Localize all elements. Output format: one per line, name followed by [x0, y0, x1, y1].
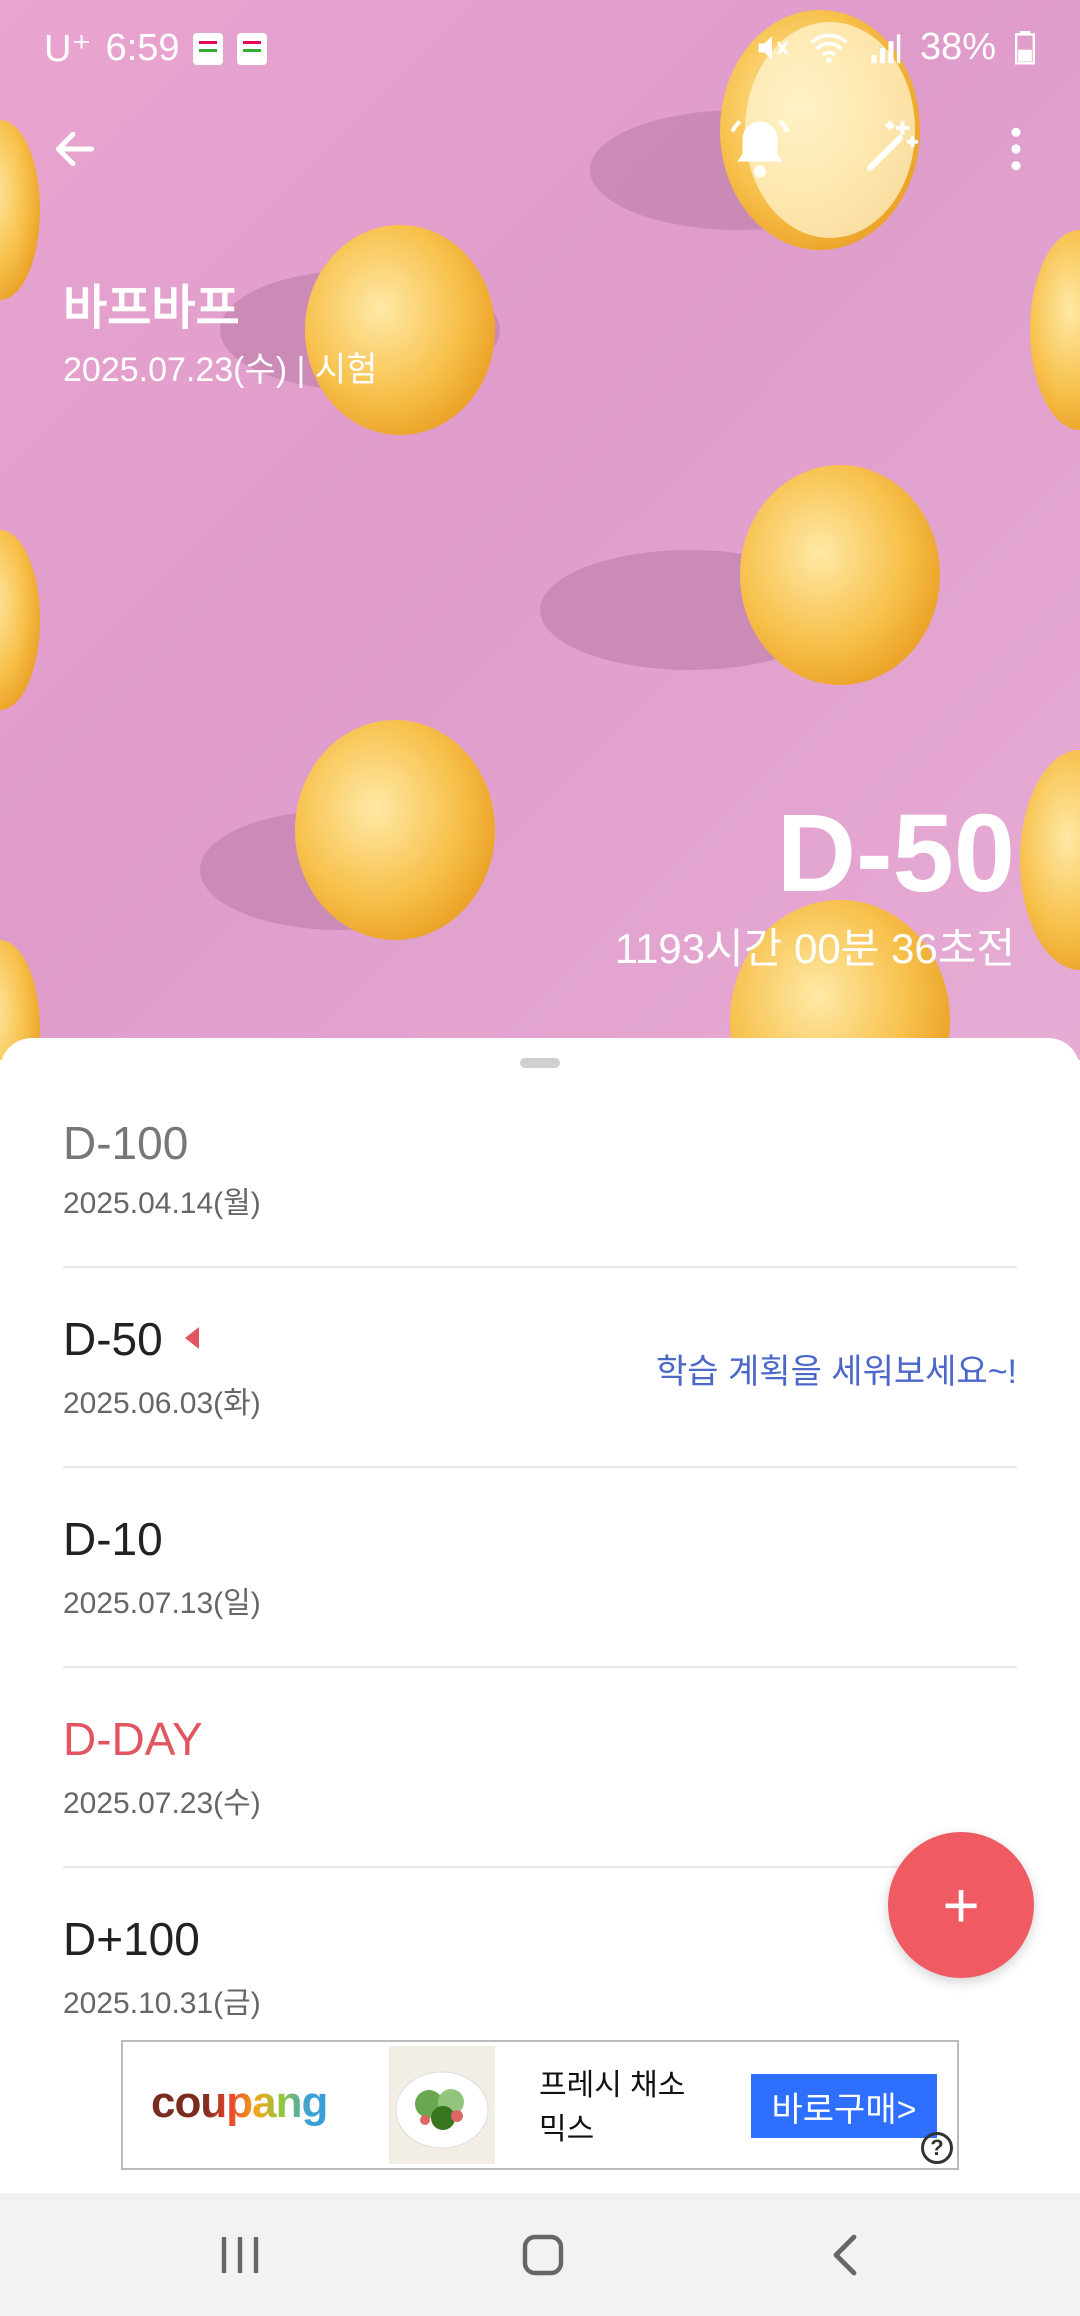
salad-image — [395, 2071, 489, 2149]
ad-info-icon[interactable]: ? — [921, 2132, 953, 2164]
status-bar: U⁺ 6:59 38% — [44, 26, 1036, 70]
milestone-date: 2025.07.13(일) — [63, 1587, 261, 1620]
mute-icon — [758, 35, 789, 60]
signal-icon — [871, 33, 901, 63]
milestone-date: 2025.04.14(월) — [63, 1187, 261, 1220]
back-arrow-icon[interactable] — [50, 124, 100, 174]
milestone-label-wrap: D-50 — [63, 1312, 199, 1366]
carrier-label: U⁺ — [44, 28, 92, 70]
event-date-category: 2025.07.23(수) | 시험 — [63, 351, 378, 389]
coupang-brand-text: coupang — [151, 2078, 328, 2127]
milestone-label: D-50 — [63, 1313, 163, 1365]
recent-apps-icon[interactable] — [216, 2233, 264, 2277]
milestone-row[interactable]: D-10 2025.07.13(일) — [63, 1468, 1017, 1668]
milestone-label: D-DAY — [63, 1713, 203, 1765]
battery-icon — [1014, 30, 1036, 64]
header-image: U⁺ 6:59 38% 바프바프 2025.07.23(수) | 시험 D-50… — [0, 0, 1080, 1060]
top-toolbar — [0, 110, 1080, 190]
note-notification-icon — [193, 32, 224, 65]
sheet-drag-handle[interactable] — [520, 1058, 560, 1068]
magic-wand-icon[interactable] — [860, 118, 920, 178]
event-title: 바프바프 — [63, 282, 240, 335]
wifi-icon — [810, 33, 848, 63]
milestone-row-current[interactable]: D-50 2025.06.03(화) 학습 계획을 세워보세요~! — [63, 1268, 1017, 1468]
battery-percent: 38% — [919, 26, 996, 68]
milestone-row[interactable]: D-DAY 2025.07.23(수) — [63, 1668, 1017, 1868]
countdown-timer: 1193시간 00분 36초전 — [614, 925, 1015, 972]
add-milestone-button[interactable]: + — [888, 1832, 1034, 1978]
coupang-logo: coupang — [151, 2078, 328, 2128]
current-marker-icon — [184, 1327, 199, 1349]
product-name: 프레시 채소믹스 — [539, 2069, 686, 2146]
d-day-counter: D-50 — [776, 792, 1015, 915]
plus-icon: + — [942, 1869, 980, 1941]
milestone-date: 2025.06.03(화) — [63, 1387, 261, 1420]
more-vert-icon[interactable] — [996, 124, 1036, 174]
system-nav-bar — [0, 2193, 1080, 2316]
milestone-sheet: D-100 2025.04.14(월) D-50 2025.06.03(화) 학… — [0, 1038, 1080, 2193]
milestone-date: 2025.10.31(금) — [63, 1987, 261, 2020]
milestone-row[interactable]: D+100 2025.10.31(금) — [63, 1868, 1017, 2068]
milestone-date: 2025.07.23(수) — [63, 1787, 261, 1820]
bell-icon[interactable] — [730, 116, 790, 182]
milestone-label: D-100 — [63, 1117, 189, 1169]
milestone-label: D+100 — [63, 1913, 200, 1965]
clock: 6:59 — [105, 27, 180, 69]
milestone-row[interactable]: D-100 2025.04.14(월) — [63, 1068, 1017, 1268]
study-plan-link[interactable]: 학습 계획을 세워보세요~! — [656, 1344, 1017, 1393]
system-back-icon[interactable] — [826, 2231, 866, 2279]
note-notification-icon — [237, 32, 268, 65]
product-image — [389, 2046, 495, 2164]
buy-now-button[interactable]: 바로구매> — [751, 2074, 937, 2138]
milestone-label: D-10 — [63, 1513, 163, 1565]
ad-banner[interactable]: coupang 프레시 채소믹스 바로구매> ? — [121, 2040, 959, 2170]
home-icon[interactable] — [519, 2231, 567, 2279]
